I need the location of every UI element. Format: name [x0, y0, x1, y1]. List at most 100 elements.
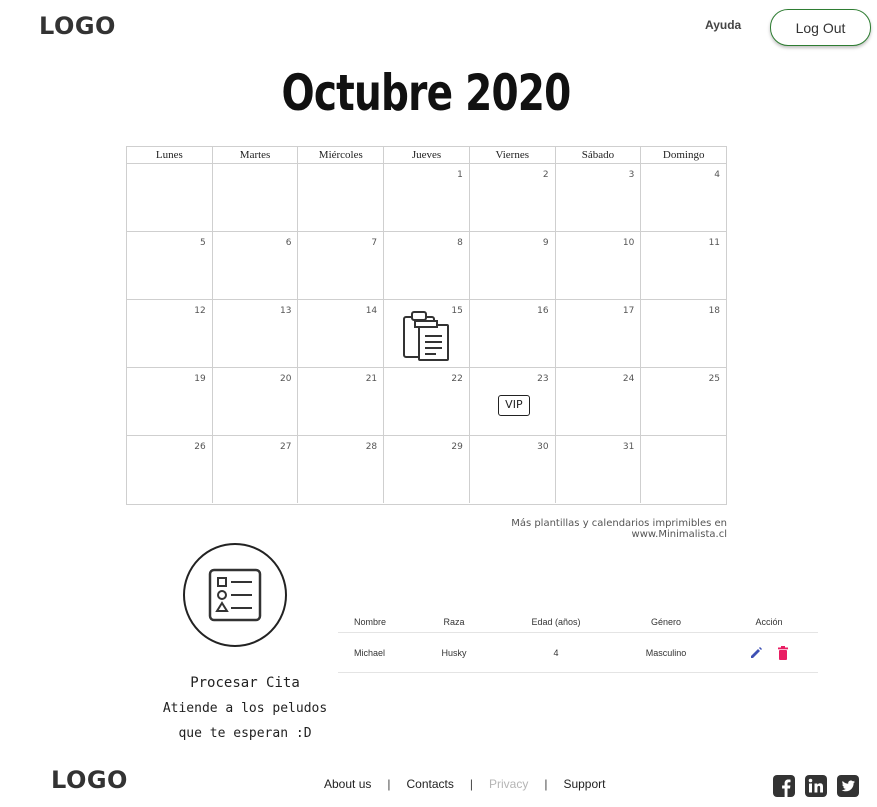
- calendar-day[interactable]: 13: [213, 300, 299, 367]
- table-row: Michael Husky 4 Masculino: [338, 633, 818, 673]
- calendar-day[interactable]: [213, 164, 299, 231]
- calendar-week: 26 27 28 29 30 31: [127, 436, 726, 503]
- calendar-day[interactable]: 28: [298, 436, 385, 503]
- day-number: 6: [285, 238, 292, 248]
- calendar-credit: Más plantillas y calendarios imprimibles…: [511, 518, 727, 540]
- day-number: 29: [451, 442, 463, 452]
- calendar-day[interactable]: 18: [641, 300, 726, 367]
- calendar-week: 1 2 3 4: [127, 164, 726, 232]
- calendar-day[interactable]: 23 VIP: [470, 368, 556, 435]
- day-number: 3: [628, 170, 635, 180]
- linkedin-icon[interactable]: [805, 775, 827, 797]
- day-number: 23: [537, 374, 549, 384]
- footer-separator: |: [544, 777, 548, 791]
- calendar-day[interactable]: 19: [127, 368, 213, 435]
- column-header: Acción: [755, 616, 783, 627]
- day-number: 31: [622, 442, 635, 452]
- calendar-day[interactable]: 26: [127, 436, 213, 503]
- calendar-title: Octubre 2020: [281, 64, 571, 122]
- cell-actions: [720, 645, 818, 660]
- calendar-day[interactable]: 10: [556, 232, 642, 299]
- twitter-icon[interactable]: [837, 775, 859, 797]
- footer-separator: |: [387, 777, 391, 791]
- calendar-day[interactable]: 17: [556, 300, 642, 367]
- calendar-day[interactable]: 14: [298, 300, 385, 367]
- calendar-day[interactable]: 22: [384, 368, 470, 435]
- day-number: 11: [708, 238, 721, 248]
- form-list-icon: [208, 568, 262, 622]
- calendar-day[interactable]: 20: [213, 368, 299, 435]
- day-number: 16: [537, 306, 549, 316]
- footer-link-about[interactable]: About us: [324, 777, 371, 791]
- footer-link-support[interactable]: Support: [563, 777, 605, 791]
- footer-nav: About us | Contacts | Privacy | Support: [324, 777, 605, 791]
- process-subtitle-line1: Atiende a los peludos: [162, 701, 328, 716]
- calendar-grid: Lunes Martes Miércoles Jueves Viernes Sá…: [126, 146, 727, 505]
- calendar-day[interactable]: 29: [384, 436, 470, 503]
- calendar-day[interactable]: [127, 164, 213, 231]
- calendar-day[interactable]: 6: [213, 232, 299, 299]
- footer-link-privacy[interactable]: Privacy: [489, 777, 528, 791]
- day-number: 22: [451, 374, 463, 384]
- weekday-label: Jueves: [384, 147, 470, 163]
- column-header: Raza: [443, 616, 465, 627]
- day-number: 5: [199, 238, 206, 248]
- day-number: 10: [622, 238, 635, 248]
- day-number: 7: [371, 238, 378, 248]
- clipboard-icon[interactable]: [402, 310, 452, 364]
- process-subtitle-line2: que te esperan :D: [178, 726, 312, 741]
- vip-badge[interactable]: VIP: [497, 395, 530, 416]
- calendar-day[interactable]: 12: [127, 300, 213, 367]
- calendar-day[interactable]: 11: [641, 232, 726, 299]
- help-link[interactable]: Ayuda: [705, 18, 741, 32]
- social-links: [773, 775, 859, 797]
- logo[interactable]: LOGO: [39, 12, 116, 40]
- pets-table: Nombre Raza Edad (años) Género Acción Mi…: [338, 611, 818, 673]
- day-number: 15: [451, 306, 463, 316]
- calendar-day[interactable]: 7: [298, 232, 385, 299]
- footer-logo[interactable]: LOGO: [51, 766, 128, 794]
- facebook-icon[interactable]: [773, 775, 795, 797]
- logout-button[interactable]: Log Out: [770, 9, 871, 46]
- calendar-day[interactable]: 16: [470, 300, 556, 367]
- day-number: 9: [542, 238, 549, 248]
- calendar-day[interactable]: 21: [298, 368, 385, 435]
- footer-link-contacts[interactable]: Contacts: [407, 777, 454, 791]
- calendar-day[interactable]: 25: [641, 368, 726, 435]
- calendar-day[interactable]: 4: [641, 164, 726, 231]
- calendar-day[interactable]: 15: [384, 300, 470, 367]
- delete-icon[interactable]: [777, 645, 789, 660]
- calendar-day[interactable]: 5: [127, 232, 213, 299]
- day-number: 24: [622, 374, 635, 384]
- column-header: Edad (años): [531, 616, 581, 627]
- calendar-day[interactable]: 27: [213, 436, 299, 503]
- calendar-day[interactable]: [298, 164, 385, 231]
- column-header: Nombre: [354, 616, 387, 627]
- calendar-day[interactable]: 9: [470, 232, 556, 299]
- weekday-label: Sábado: [556, 147, 642, 163]
- calendar-weekday-header: Lunes Martes Miércoles Jueves Viernes Sá…: [127, 147, 726, 164]
- calendar-day[interactable]: 31: [556, 436, 642, 503]
- cell-name: Michael: [354, 647, 386, 658]
- calendar-day[interactable]: 8: [384, 232, 470, 299]
- calendar-day[interactable]: 2: [470, 164, 556, 231]
- day-number: 30: [537, 442, 549, 452]
- process-appointment-button[interactable]: [183, 543, 287, 647]
- calendar-day[interactable]: 30: [470, 436, 556, 503]
- calendar-day[interactable]: 1: [384, 164, 470, 231]
- calendar-week: 5 6 7 8 9 10 11: [127, 232, 726, 300]
- weekday-label: Miércoles: [298, 147, 385, 163]
- day-number: 12: [194, 306, 206, 316]
- calendar-day[interactable]: 24: [556, 368, 642, 435]
- weekday-label: Domingo: [662, 149, 705, 161]
- weekday-label: Viernes: [470, 147, 556, 163]
- calendar-day[interactable]: 3: [556, 164, 642, 231]
- calendar-day[interactable]: [641, 436, 726, 503]
- table-header-row: Nombre Raza Edad (años) Género Acción: [338, 611, 818, 633]
- footer-separator: |: [469, 777, 473, 791]
- day-number: 19: [194, 374, 206, 384]
- day-number: 1: [457, 170, 463, 180]
- day-number: 26: [194, 442, 206, 452]
- edit-icon[interactable]: [749, 646, 763, 660]
- day-number: 13: [279, 306, 292, 316]
